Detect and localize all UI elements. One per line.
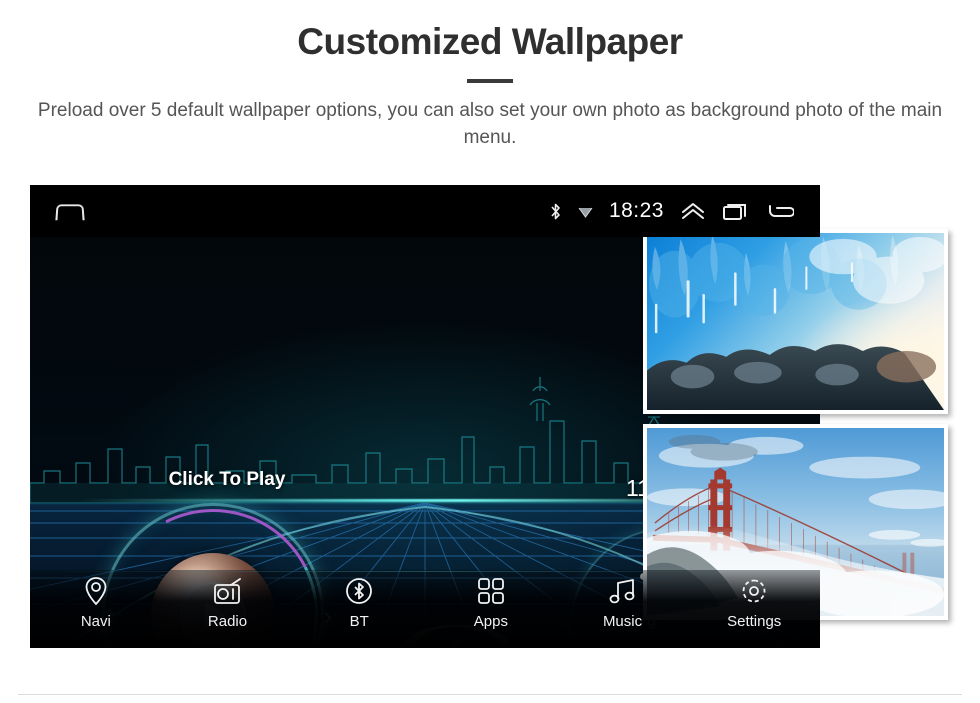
dock-item-navi[interactable]: Navi (30, 570, 162, 630)
dock-item-apps[interactable]: Apps (425, 570, 557, 630)
dock-label: BT (349, 613, 369, 630)
title-underline-rule (467, 78, 513, 83)
header: Customized Wallpaper Preload over 5 defa… (0, 0, 980, 152)
dock-item-bt[interactable]: BT (293, 570, 425, 630)
ice-cave-wallpaper[interactable] (643, 229, 948, 414)
dock-label: Apps (473, 613, 508, 630)
chevron-up-icon[interactable] (680, 201, 706, 221)
back-arrow-icon[interactable] (766, 201, 794, 221)
dock-label: Settings (727, 613, 782, 630)
click-to-play-label: Click To Play (168, 469, 286, 490)
page-subtitle: Preload over 5 default wallpaper options… (37, 99, 943, 149)
android-status-bar: 18:23 (30, 185, 820, 237)
bluetooth-icon (549, 202, 562, 221)
dock-item-music[interactable]: Music (557, 570, 689, 630)
app-dock: Navi Radio BT Apps Music Settings (30, 570, 820, 648)
dock-item-settings[interactable]: Settings (688, 570, 820, 630)
footer-divider (18, 694, 962, 695)
home-icon[interactable] (56, 202, 82, 220)
wifi-icon (578, 205, 593, 218)
location-pin-icon (84, 576, 108, 606)
dock-label: Navi (80, 613, 111, 630)
radio-icon (213, 576, 243, 606)
dock-item-radio[interactable]: Radio (162, 570, 294, 630)
music-note-icon (609, 576, 637, 606)
grid-apps-icon (477, 576, 505, 606)
bluetooth-icon (345, 576, 373, 606)
recent-apps-icon[interactable] (722, 201, 750, 221)
wallpaper-feature-page: Customized Wallpaper Preload over 5 defa… (0, 0, 980, 703)
dock-label: Music (602, 613, 643, 630)
dock-label: Radio (207, 613, 248, 630)
status-bar-clock: 18:23 (608, 199, 664, 222)
ice-cave-image (647, 233, 944, 410)
gear-icon (740, 576, 768, 606)
page-title: Customized Wallpaper (297, 21, 683, 62)
